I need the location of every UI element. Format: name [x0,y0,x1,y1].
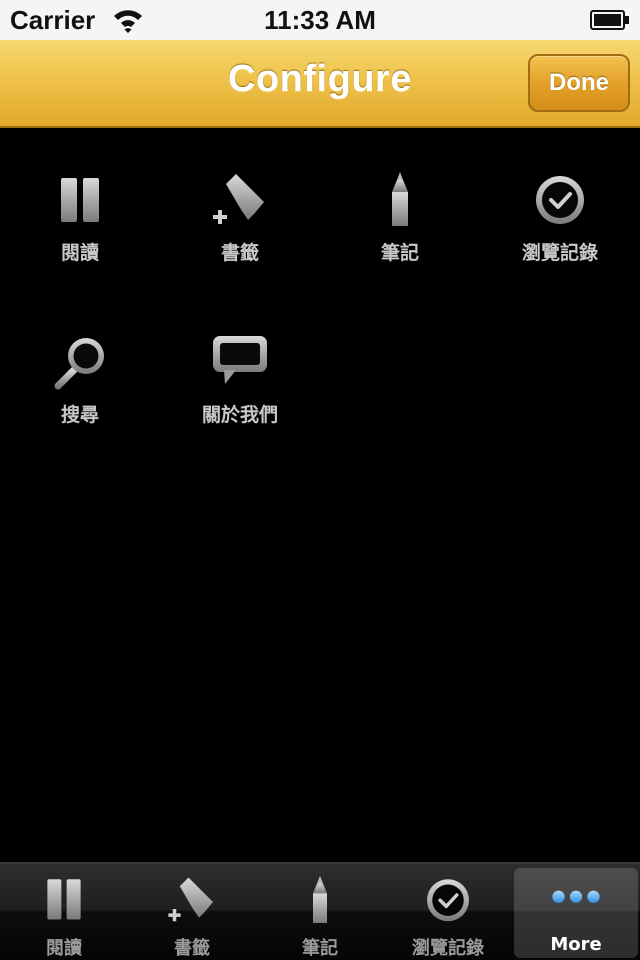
tab-label: More [550,934,602,955]
configure-item-label: 瀏覽記錄 [521,242,598,264]
add-bookmark-icon [213,174,264,224]
tab-label: 筆記 [302,938,338,959]
done-button[interactable]: Done [528,54,630,112]
status-time: 11:33 AM [264,5,376,35]
configure-item-about[interactable]: 關於我們 [160,332,320,442]
pen-icon [392,172,408,226]
status-bar: Carrier 11:33 AM [0,0,640,40]
configure-item-label: 筆記 [380,242,419,264]
battery-full-icon [590,10,629,30]
tab-label: 閱讀 [46,938,82,959]
clock-icon [427,879,469,922]
configure-screen: Carrier 11:33 AM Configure Done 閱讀 書籤 筆記… [0,0,640,960]
add-bookmark-icon [168,877,213,922]
tab-notes[interactable]: 筆記 [258,868,382,959]
configure-item-label: 書籤 [220,242,259,264]
tab-label: 瀏覽記錄 [412,938,484,959]
tab-bar: 閱讀 書籤 筆記 瀏覽記錄 More [0,862,640,960]
pause-icon [47,879,81,920]
more-dots-icon [552,890,600,903]
search-icon [54,338,104,390]
configure-item-label: 閱讀 [60,242,99,264]
pause-icon [61,178,99,222]
configure-item-label: 關於我們 [201,404,278,426]
speech-bubble-icon [213,336,267,384]
clock-icon [536,176,584,224]
configure-item-bookmark[interactable]: 書籤 [160,170,320,280]
tab-label: 書籤 [174,938,210,959]
configure-item-history[interactable]: 瀏覽記錄 [480,170,640,280]
tab-more[interactable]: More [514,868,638,958]
tab-bookmark[interactable]: 書籤 [130,868,254,959]
configure-item-label: 搜尋 [60,404,99,426]
tab-read[interactable]: 閱讀 [2,868,126,959]
navigation-bar: Configure Done [0,40,640,128]
configure-item-read[interactable]: 閱讀 [0,170,160,280]
configure-item-notes[interactable]: 筆記 [320,170,480,280]
pen-icon [313,875,327,923]
tab-history[interactable]: 瀏覽記錄 [386,868,510,959]
configure-item-search[interactable]: 搜尋 [0,332,160,442]
